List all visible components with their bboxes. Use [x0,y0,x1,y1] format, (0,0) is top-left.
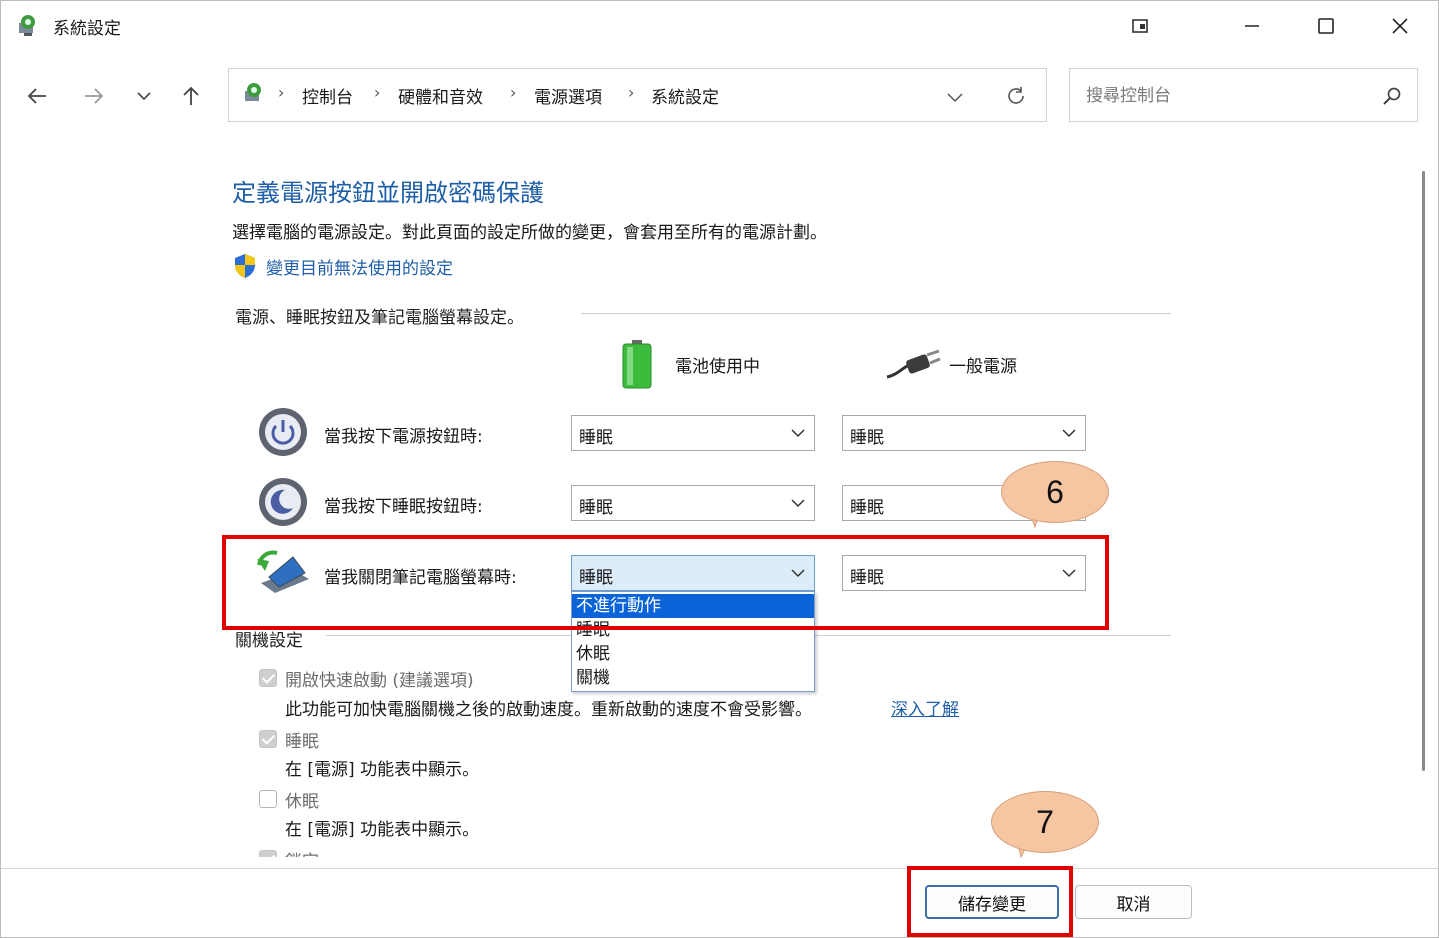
hibernate-label: 休眠 [285,792,319,812]
step-7-callout: 7 [991,791,1099,853]
power-button-ac-dropdown[interactable]: 睡眠 [842,415,1086,451]
cancel-button[interactable]: 取消 [1075,885,1192,919]
step-6-callout: 6 [1001,461,1109,523]
close-button[interactable] [1363,1,1437,51]
lock-label: 鎖定 [285,847,319,857]
forward-button[interactable] [76,79,112,113]
chevron-down-icon [791,429,805,438]
sleep-button-icon [257,476,309,532]
search-icon[interactable] [1382,86,1402,110]
sleep-button-label: 當我按下睡眠按鈕時: [324,497,483,517]
app-icon [15,13,41,43]
fast-startup-description: 此功能可加快電腦關機之後的啟動速度。重新啟動的速度不會受影響。 [285,700,812,720]
fast-startup-label: 開啟快速啟動 (建議選項) [285,671,474,691]
sleep-label: 睡眠 [285,732,319,752]
dropdown-value: 睡眠 [579,428,613,448]
minimize-button[interactable] [1215,1,1289,51]
dropdown-value: 睡眠 [579,498,613,518]
control-panel-window: 系統設定 › 控制台 › 硬體和音效 › 電源選項 › 系統設定 搜尋控制台 定… [0,0,1439,938]
snap-layout-button[interactable] [1103,1,1177,51]
sleep-button-battery-dropdown[interactable]: 睡眠 [571,485,815,521]
breadcrumb-control-panel[interactable]: 控制台 [302,83,353,108]
highlight-save-button [907,866,1073,937]
maximize-icon [1318,18,1334,34]
power-button-label: 當我按下電源按鈕時: [324,427,483,447]
search-input[interactable] [1084,82,1368,110]
refresh-button[interactable] [1005,85,1027,111]
hibernate-description: 在 [電源] 功能表中顯示。 [285,820,480,840]
battery-column-header: 電池使用中 [675,357,760,377]
control-panel-icon [241,81,267,111]
power-button-icon [257,406,309,462]
button-bar [1,868,1438,937]
maximize-button[interactable] [1289,1,1363,51]
learn-more-link[interactable]: 深入了解 [891,695,959,720]
dropdown-value: 睡眠 [850,428,884,448]
arrow-right-icon [85,88,104,104]
window-title: 系統設定 [53,19,121,39]
arrow-up-icon [183,86,199,105]
sleep-description: 在 [電源] 功能表中顯示。 [285,760,480,780]
sleep-checkbox[interactable] [259,730,277,748]
dropdown-value: 睡眠 [850,498,884,518]
highlight-lid-row [222,535,1109,630]
recent-locations-button[interactable] [126,79,162,113]
option-hibernate[interactable]: 休眠 [572,642,814,666]
breadcrumb-power-options[interactable]: 電源選項 [534,83,602,108]
lock-checkbox[interactable] [259,850,277,857]
plug-icon [885,349,941,385]
step-7-number: 7 [1036,803,1054,840]
section-divider [581,313,1171,314]
breadcrumb-system-settings[interactable]: 系統設定 [651,83,719,108]
arrow-left-icon [27,88,46,104]
breadcrumb-separator-icon: › [510,83,517,102]
chevron-down-icon [791,499,805,508]
shield-icon [233,253,257,283]
ac-column-header: 一般電源 [949,357,1017,377]
power-button-battery-dropdown[interactable]: 睡眠 [571,415,815,451]
refresh-icon [1008,87,1024,104]
address-history-button[interactable] [946,89,964,108]
breadcrumb-separator-icon: › [628,83,635,102]
step-6-number: 6 [1046,473,1064,510]
breadcrumb-hardware-sound[interactable]: 硬體和音效 [398,83,483,108]
battery-icon [621,339,653,393]
breadcrumb-separator-icon: › [374,83,381,102]
page-title: 定義電源按鈕並開啟密碼保護 [232,179,544,207]
change-unavailable-settings-link[interactable]: 變更目前無法使用的設定 [266,254,453,279]
search-box[interactable] [1069,68,1418,122]
close-icon [1392,18,1408,34]
breadcrumb-separator-icon: › [278,83,285,102]
title-bar: 系統設定 [1,1,1438,51]
minimize-icon [1245,25,1259,27]
back-button[interactable] [19,79,55,113]
power-buttons-section-title: 電源、睡眠按鈕及筆記電腦螢幕設定。 [235,308,524,328]
chevron-down-icon [137,92,151,101]
option-shutdown[interactable]: 關機 [572,666,814,690]
chevron-down-icon [947,93,963,103]
window-layout-icon [1132,19,1148,33]
page-description: 選擇電腦的電源設定。對此頁面的設定所做的變更，會套用至所有的電源計劃。 [232,223,827,243]
vertical-scrollbar[interactable] [1422,171,1425,771]
hibernate-checkbox[interactable] [259,790,277,808]
chevron-down-icon [1062,429,1076,438]
fast-startup-checkbox[interactable] [259,669,277,687]
up-button[interactable] [173,79,209,113]
lock-row-clip: 鎖定 [257,847,357,857]
